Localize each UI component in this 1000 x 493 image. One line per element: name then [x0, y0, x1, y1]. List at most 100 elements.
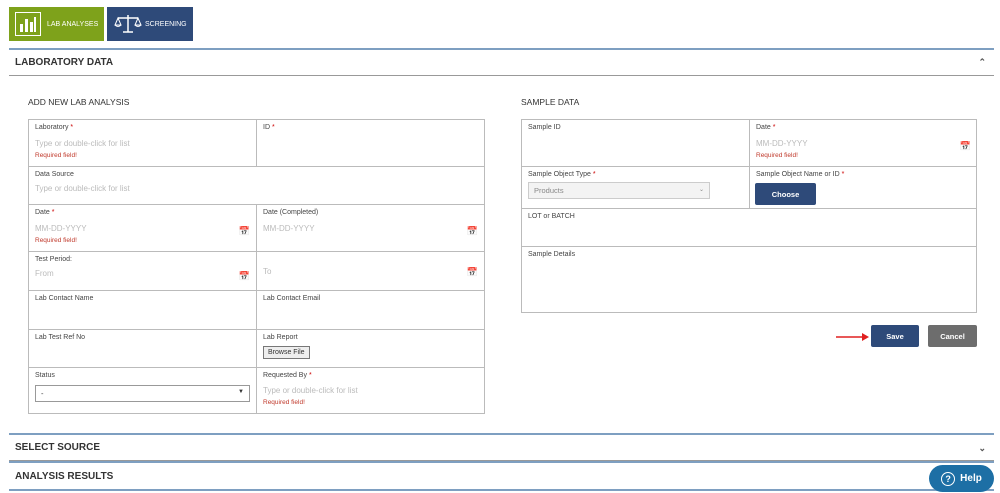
date-label: Date: [35, 209, 50, 216]
sample-date-label: Date: [756, 124, 771, 131]
section-divider: [9, 489, 994, 491]
test-period-from-cell: Test Period: From 📅: [29, 252, 257, 291]
tab-screening[interactable]: SCREENING: [107, 7, 193, 41]
date-error: Required field!: [35, 237, 77, 244]
test-period-label: Test Period:: [35, 256, 72, 263]
lot-batch-input[interactable]: [528, 228, 971, 242]
choose-button[interactable]: Choose: [755, 183, 816, 205]
add-new-lab-analysis-title: ADD NEW LAB ANALYSIS: [28, 97, 130, 107]
requested-by-input[interactable]: Type or double-click for list: [263, 386, 478, 395]
lab-contact-email-input[interactable]: [263, 310, 478, 324]
laboratory-label: Laboratory: [35, 124, 69, 131]
chevron-up-icon[interactable]: ⌃: [978, 57, 986, 68]
required-mark: *: [841, 171, 845, 178]
sample-details-cell: Sample Details: [522, 247, 977, 313]
date-completed-label: Date (Completed): [263, 209, 319, 216]
required-mark: *: [70, 124, 74, 131]
sample-id-cell: Sample ID: [522, 120, 750, 167]
sample-object-name-label: Sample Object Name or ID: [756, 171, 840, 178]
requested-by-cell: Requested By * Type or double-click for …: [257, 368, 485, 414]
lab-test-ref-cell: Lab Test Ref No: [29, 330, 257, 368]
required-mark: *: [592, 171, 596, 178]
lab-contact-email-label: Lab Contact Email: [263, 295, 321, 302]
calendar-icon[interactable]: 📅: [960, 141, 971, 152]
date-completed-cell: Date (Completed) MM-DD-YYYY 📅: [257, 205, 485, 252]
required-mark: *: [308, 372, 312, 379]
date-cell: Date * MM-DD-YYYY 📅 Required field!: [29, 205, 257, 252]
sample-data-title: SAMPLE DATA: [521, 97, 580, 107]
chevron-down-icon[interactable]: ⌄: [978, 443, 986, 454]
to-input[interactable]: To: [263, 267, 478, 276]
sample-date-error: Required field!: [756, 152, 798, 159]
lab-contact-name-input[interactable]: [35, 310, 250, 324]
calendar-icon[interactable]: 📅: [467, 226, 478, 237]
red-arrow-icon: [836, 333, 869, 341]
sample-id-input[interactable]: [528, 139, 743, 153]
cancel-button[interactable]: Cancel: [928, 325, 977, 347]
laboratory-data-header[interactable]: LABORATORY DATA ⌃: [9, 50, 994, 76]
tab-screening-label: SCREENING: [145, 20, 187, 28]
sample-object-type-value: Products: [534, 186, 564, 195]
required-mark: *: [772, 124, 776, 131]
required-mark: *: [271, 124, 275, 131]
requested-by-label: Requested By: [263, 372, 307, 379]
lab-test-ref-input[interactable]: [35, 349, 250, 363]
question-icon: ?: [941, 471, 956, 486]
save-button[interactable]: Save: [871, 325, 919, 347]
tab-lab-analyses-label: LAB ANALYSES: [47, 20, 99, 28]
sample-date-cell: Date * MM-DD-YYYY 📅 Required field!: [750, 120, 977, 167]
sample-id-label: Sample ID: [528, 124, 561, 131]
requested-by-error: Required field!: [263, 399, 305, 406]
from-input[interactable]: From: [35, 269, 250, 278]
laboratory-input[interactable]: Type or double-click for list: [35, 139, 250, 148]
calendar-icon[interactable]: 📅: [467, 267, 478, 278]
sample-data-form: Sample ID Date * MM-DD-YYYY 📅 Required f…: [521, 119, 977, 313]
bar-chart-icon: [15, 12, 41, 36]
data-source-label: Data Source: [35, 171, 74, 178]
caret-down-icon: ⌄: [698, 187, 704, 193]
id-label: ID: [263, 124, 270, 131]
data-source-input[interactable]: Type or double-click for list: [35, 184, 479, 193]
help-label: Help: [960, 473, 982, 484]
id-cell: ID *: [257, 120, 485, 167]
lab-contact-email-cell: Lab Contact Email: [257, 291, 485, 330]
date-input[interactable]: MM-DD-YYYY: [35, 224, 250, 233]
sample-object-type-cell: Sample Object Type * Products ⌄: [522, 167, 750, 209]
status-select[interactable]: - ▼: [35, 385, 250, 402]
id-input[interactable]: [263, 139, 478, 153]
scales-icon: [113, 11, 143, 37]
top-tab-bar: LAB ANALYSES SCREENING: [0, 0, 1000, 48]
tab-lab-analyses[interactable]: LAB ANALYSES: [9, 7, 104, 41]
analysis-results-title: ANALYSIS RESULTS: [15, 470, 114, 482]
laboratory-error: Required field!: [35, 152, 77, 159]
help-button[interactable]: ? Help: [929, 465, 994, 492]
sample-details-label: Sample Details: [528, 251, 576, 258]
lab-test-ref-label: Lab Test Ref No: [35, 334, 86, 341]
lot-batch-cell: LOT or BATCH: [522, 209, 977, 247]
sample-object-type-select[interactable]: Products ⌄: [528, 182, 710, 199]
date-completed-input[interactable]: MM-DD-YYYY: [263, 224, 478, 233]
lot-batch-label: LOT or BATCH: [528, 213, 575, 220]
data-source-cell: Data Source Type or double-click for lis…: [29, 167, 485, 205]
laboratory-cell: Laboratory * Type or double-click for li…: [29, 120, 257, 167]
analysis-results-header[interactable]: ANALYSIS RESULTS: [9, 463, 994, 489]
sample-object-type-label: Sample Object Type: [528, 171, 591, 178]
lab-contact-name-cell: Lab Contact Name: [29, 291, 257, 330]
status-value: -: [41, 389, 44, 398]
sample-date-input[interactable]: MM-DD-YYYY: [756, 139, 971, 148]
status-label: Status: [35, 372, 55, 379]
lab-contact-name-label: Lab Contact Name: [35, 295, 94, 302]
calendar-icon[interactable]: 📅: [239, 271, 250, 282]
select-source-header[interactable]: SELECT SOURCE ⌄: [9, 435, 994, 461]
lab-report-label: Lab Report: [263, 334, 298, 341]
lab-analysis-form: Laboratory * Type or double-click for li…: [28, 119, 485, 414]
test-period-to-cell: To 📅: [257, 252, 485, 291]
lab-report-cell: Lab Report Browse File: [257, 330, 485, 368]
required-mark: *: [51, 209, 55, 216]
calendar-icon[interactable]: 📅: [239, 226, 250, 237]
select-source-title: SELECT SOURCE: [15, 442, 101, 453]
caret-down-icon: ▼: [238, 389, 244, 395]
laboratory-data-title: LABORATORY DATA: [15, 57, 114, 68]
browse-file-button[interactable]: Browse File: [263, 346, 310, 359]
sample-details-input[interactable]: [528, 266, 971, 306]
